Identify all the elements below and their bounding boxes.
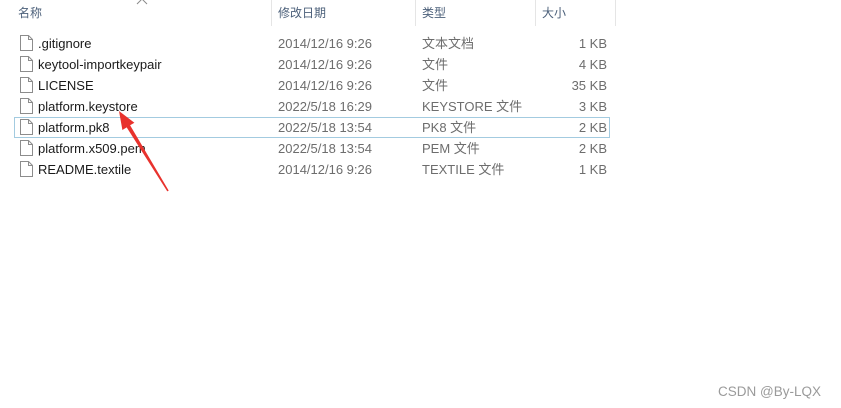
document-icon xyxy=(20,35,33,51)
file-type: 文本文档 xyxy=(422,36,475,51)
file-row[interactable]: .gitignore 2014/12/16 9:26 文本文档 1 KB xyxy=(0,33,616,54)
file-type: PK8 文件 xyxy=(422,120,477,135)
column-header-name-label: 名称 xyxy=(18,6,43,20)
file-name: platform.keystore xyxy=(38,99,138,114)
document-icon xyxy=(20,77,33,93)
watermark: CSDN @By-LQX xyxy=(718,384,821,399)
file-type: TEXTILE 文件 xyxy=(422,162,505,177)
file-size: 1 KB xyxy=(578,36,607,51)
document-icon xyxy=(20,161,33,177)
file-type: KEYSTORE 文件 xyxy=(422,99,523,114)
column-header-type[interactable]: 类型 xyxy=(416,0,536,26)
file-size: 1 KB xyxy=(578,162,607,177)
file-type: 文件 xyxy=(422,78,449,93)
file-type: PEM 文件 xyxy=(422,141,480,156)
column-header-type-label: 类型 xyxy=(422,6,447,20)
file-modified-date: 2022/5/18 13:54 xyxy=(278,141,372,156)
file-row[interactable]: LICENSE 2014/12/16 9:26 文件 35 KB xyxy=(0,75,616,96)
file-row[interactable]: platform.keystore 2022/5/18 16:29 KEYSTO… xyxy=(0,96,616,117)
document-icon xyxy=(20,56,33,72)
file-row[interactable]: platform.x509.pem 2022/5/18 13:54 PEM 文件… xyxy=(0,138,616,159)
column-header-size-label: 大小 xyxy=(542,6,567,20)
file-row[interactable]: keytool-importkeypair 2014/12/16 9:26 文件… xyxy=(0,54,616,75)
file-modified-date: 2022/5/18 13:54 xyxy=(278,120,372,135)
file-modified-date: 2022/5/18 16:29 xyxy=(278,99,372,114)
file-name: LICENSE xyxy=(38,78,94,93)
file-row[interactable]: platform.pk8 2022/5/18 13:54 PK8 文件 2 KB xyxy=(0,117,616,138)
file-size: 35 KB xyxy=(571,78,607,93)
file-modified-date: 2014/12/16 9:26 xyxy=(278,162,372,177)
file-row[interactable]: README.textile 2014/12/16 9:26 TEXTILE 文… xyxy=(0,159,616,180)
document-icon xyxy=(20,119,33,135)
file-list: .gitignore 2014/12/16 9:26 文本文档 1 KB key… xyxy=(0,33,616,180)
column-header-row: 名称 修改日期 类型 大小 xyxy=(0,0,616,26)
file-size: 3 KB xyxy=(578,99,607,114)
file-type: 文件 xyxy=(422,57,449,72)
file-modified-date: 2014/12/16 9:26 xyxy=(278,78,372,93)
document-icon xyxy=(20,140,33,156)
file-size: 2 KB xyxy=(578,141,607,156)
column-header-size[interactable]: 大小 xyxy=(536,0,616,26)
document-icon xyxy=(20,98,33,114)
file-size: 4 KB xyxy=(578,57,607,72)
file-modified-date: 2014/12/16 9:26 xyxy=(278,36,372,51)
file-name: platform.x509.pem xyxy=(38,141,146,156)
column-header-modified[interactable]: 修改日期 xyxy=(272,0,416,26)
file-modified-date: 2014/12/16 9:26 xyxy=(278,57,372,72)
chevron-up-icon xyxy=(136,0,148,5)
file-name: .gitignore xyxy=(38,36,92,51)
file-name: README.textile xyxy=(38,162,132,177)
column-header-modified-label: 修改日期 xyxy=(278,6,327,20)
file-name: platform.pk8 xyxy=(38,120,110,135)
file-name: keytool-importkeypair xyxy=(38,57,162,72)
file-size: 2 KB xyxy=(578,120,607,135)
